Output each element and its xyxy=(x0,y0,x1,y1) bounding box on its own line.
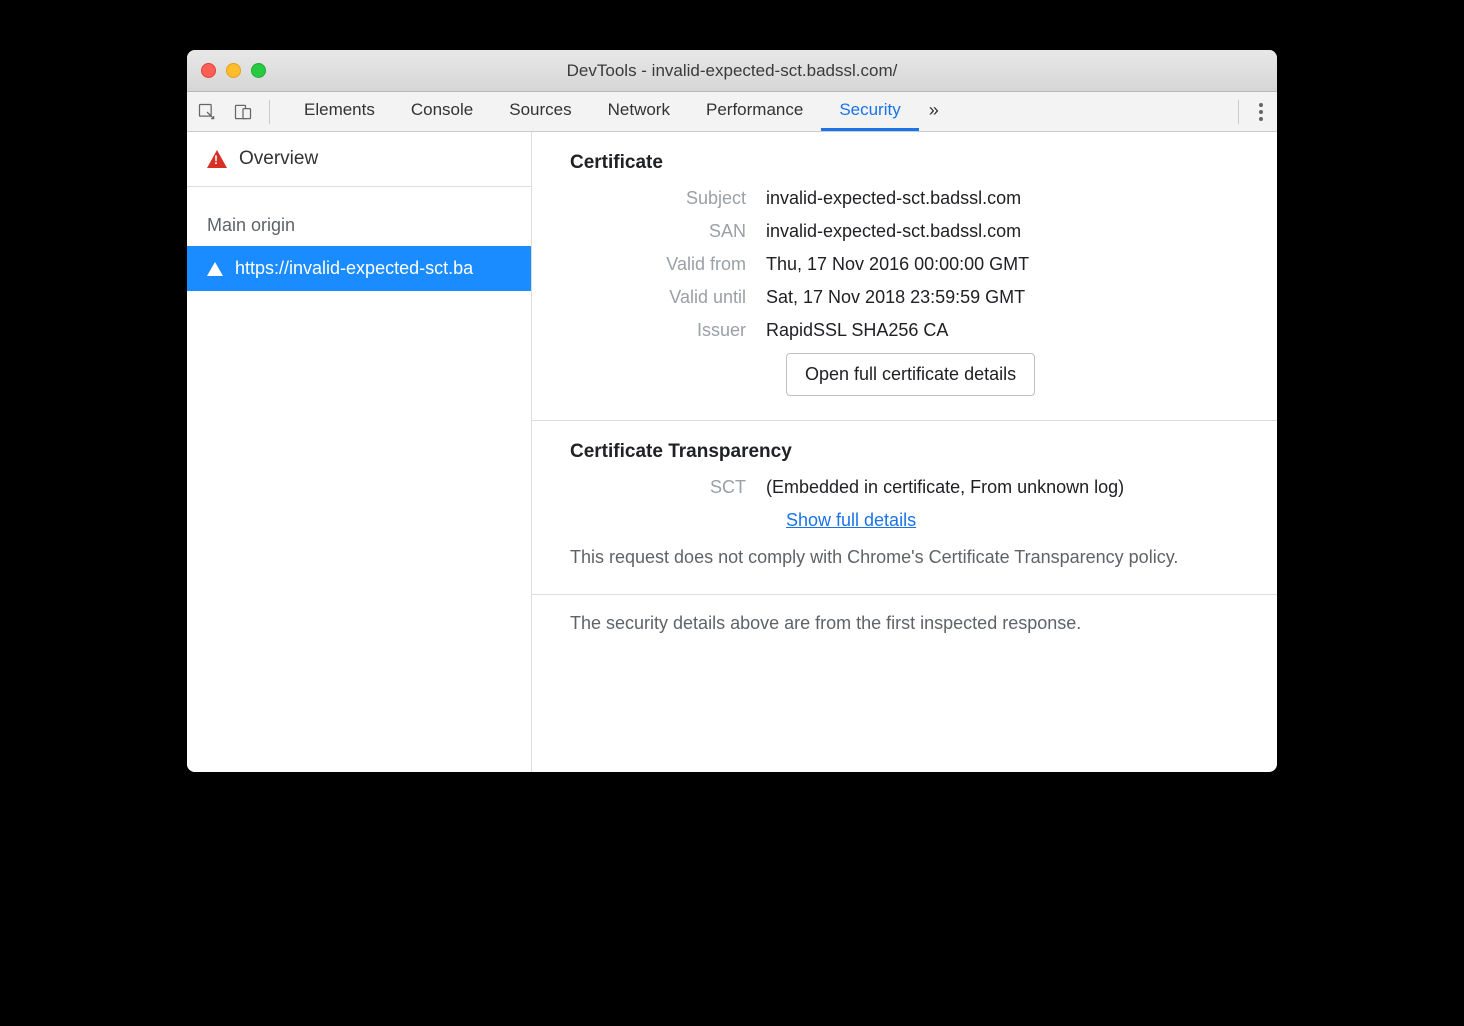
ct-heading: Certificate Transparency xyxy=(570,441,1239,463)
tab-network[interactable]: Network xyxy=(590,92,688,131)
cert-row-validuntil: Valid until Sat, 17 Nov 2018 23:59:59 GM… xyxy=(570,287,1239,308)
toolbar-right xyxy=(1238,100,1267,124)
inspect-icon[interactable] xyxy=(197,102,217,122)
tab-console[interactable]: Console xyxy=(393,92,491,131)
traffic-lights xyxy=(187,63,266,78)
main-panel: Certificate Subject invalid-expected-sct… xyxy=(532,132,1277,772)
tab-sources[interactable]: Sources xyxy=(491,92,589,131)
ct-section: Certificate Transparency SCT (Embedded i… xyxy=(532,421,1277,595)
ct-note: This request does not comply with Chrome… xyxy=(570,545,1239,570)
toolbar-left-icons xyxy=(197,100,270,124)
cert-row-san: SAN invalid-expected-sct.badssl.com xyxy=(570,221,1239,242)
kebab-menu-icon[interactable] xyxy=(1255,99,1267,125)
titlebar: DevTools - invalid-expected-sct.badssl.c… xyxy=(187,50,1277,92)
cert-val: Sat, 17 Nov 2018 23:59:59 GMT xyxy=(766,287,1025,308)
cert-key: Valid from xyxy=(570,254,766,275)
cert-val: RapidSSL SHA256 CA xyxy=(766,320,948,341)
ct-row-sct: SCT (Embedded in certificate, From unkno… xyxy=(570,477,1239,498)
cert-key: Issuer xyxy=(570,320,766,341)
tabs: Elements Console Sources Network Perform… xyxy=(286,92,949,131)
minimize-icon[interactable] xyxy=(226,63,241,78)
ct-key: SCT xyxy=(570,477,766,498)
cert-key: Valid until xyxy=(570,287,766,308)
ct-action: Show full details xyxy=(786,510,1239,531)
cert-val: invalid-expected-sct.badssl.com xyxy=(766,188,1021,209)
certificate-section: Certificate Subject invalid-expected-sct… xyxy=(532,132,1277,421)
certificate-heading: Certificate xyxy=(570,152,1239,174)
tab-elements[interactable]: Elements xyxy=(286,92,393,131)
tab-performance[interactable]: Performance xyxy=(688,92,821,131)
device-icon[interactable] xyxy=(233,102,253,122)
content: Overview Main origin https://invalid-exp… xyxy=(187,132,1277,772)
cert-row-subject: Subject invalid-expected-sct.badssl.com xyxy=(570,188,1239,209)
tab-security[interactable]: Security xyxy=(821,92,918,131)
footer-note: The security details above are from the … xyxy=(532,595,1277,652)
cert-key: SAN xyxy=(570,221,766,242)
cert-val: Thu, 17 Nov 2016 00:00:00 GMT xyxy=(766,254,1029,275)
origin-item[interactable]: https://invalid-expected-sct.ba xyxy=(187,246,531,291)
cert-action: Open full certificate details xyxy=(786,353,1239,396)
origin-url: https://invalid-expected-sct.ba xyxy=(235,258,473,279)
toolbar: Elements Console Sources Network Perform… xyxy=(187,92,1277,132)
sidebar: Overview Main origin https://invalid-exp… xyxy=(187,132,532,772)
close-icon[interactable] xyxy=(201,63,216,78)
cert-row-validfrom: Valid from Thu, 17 Nov 2016 00:00:00 GMT xyxy=(570,254,1239,275)
ct-val: (Embedded in certificate, From unknown l… xyxy=(766,477,1124,498)
devtools-window: DevTools - invalid-expected-sct.badssl.c… xyxy=(187,50,1277,772)
cert-row-issuer: Issuer RapidSSL SHA256 CA xyxy=(570,320,1239,341)
cert-key: Subject xyxy=(570,188,766,209)
tabs-more-icon[interactable]: » xyxy=(919,92,949,131)
window-title: DevTools - invalid-expected-sct.badssl.c… xyxy=(187,61,1277,81)
open-certificate-button[interactable]: Open full certificate details xyxy=(786,353,1035,396)
maximize-icon[interactable] xyxy=(251,63,266,78)
warning-triangle-icon xyxy=(207,262,223,276)
warning-triangle-icon xyxy=(207,150,227,168)
show-full-details-link[interactable]: Show full details xyxy=(786,510,916,530)
overview-label: Overview xyxy=(239,148,318,170)
origin-heading: Main origin xyxy=(187,187,531,246)
cert-val: invalid-expected-sct.badssl.com xyxy=(766,221,1021,242)
overview-row[interactable]: Overview xyxy=(187,132,531,187)
